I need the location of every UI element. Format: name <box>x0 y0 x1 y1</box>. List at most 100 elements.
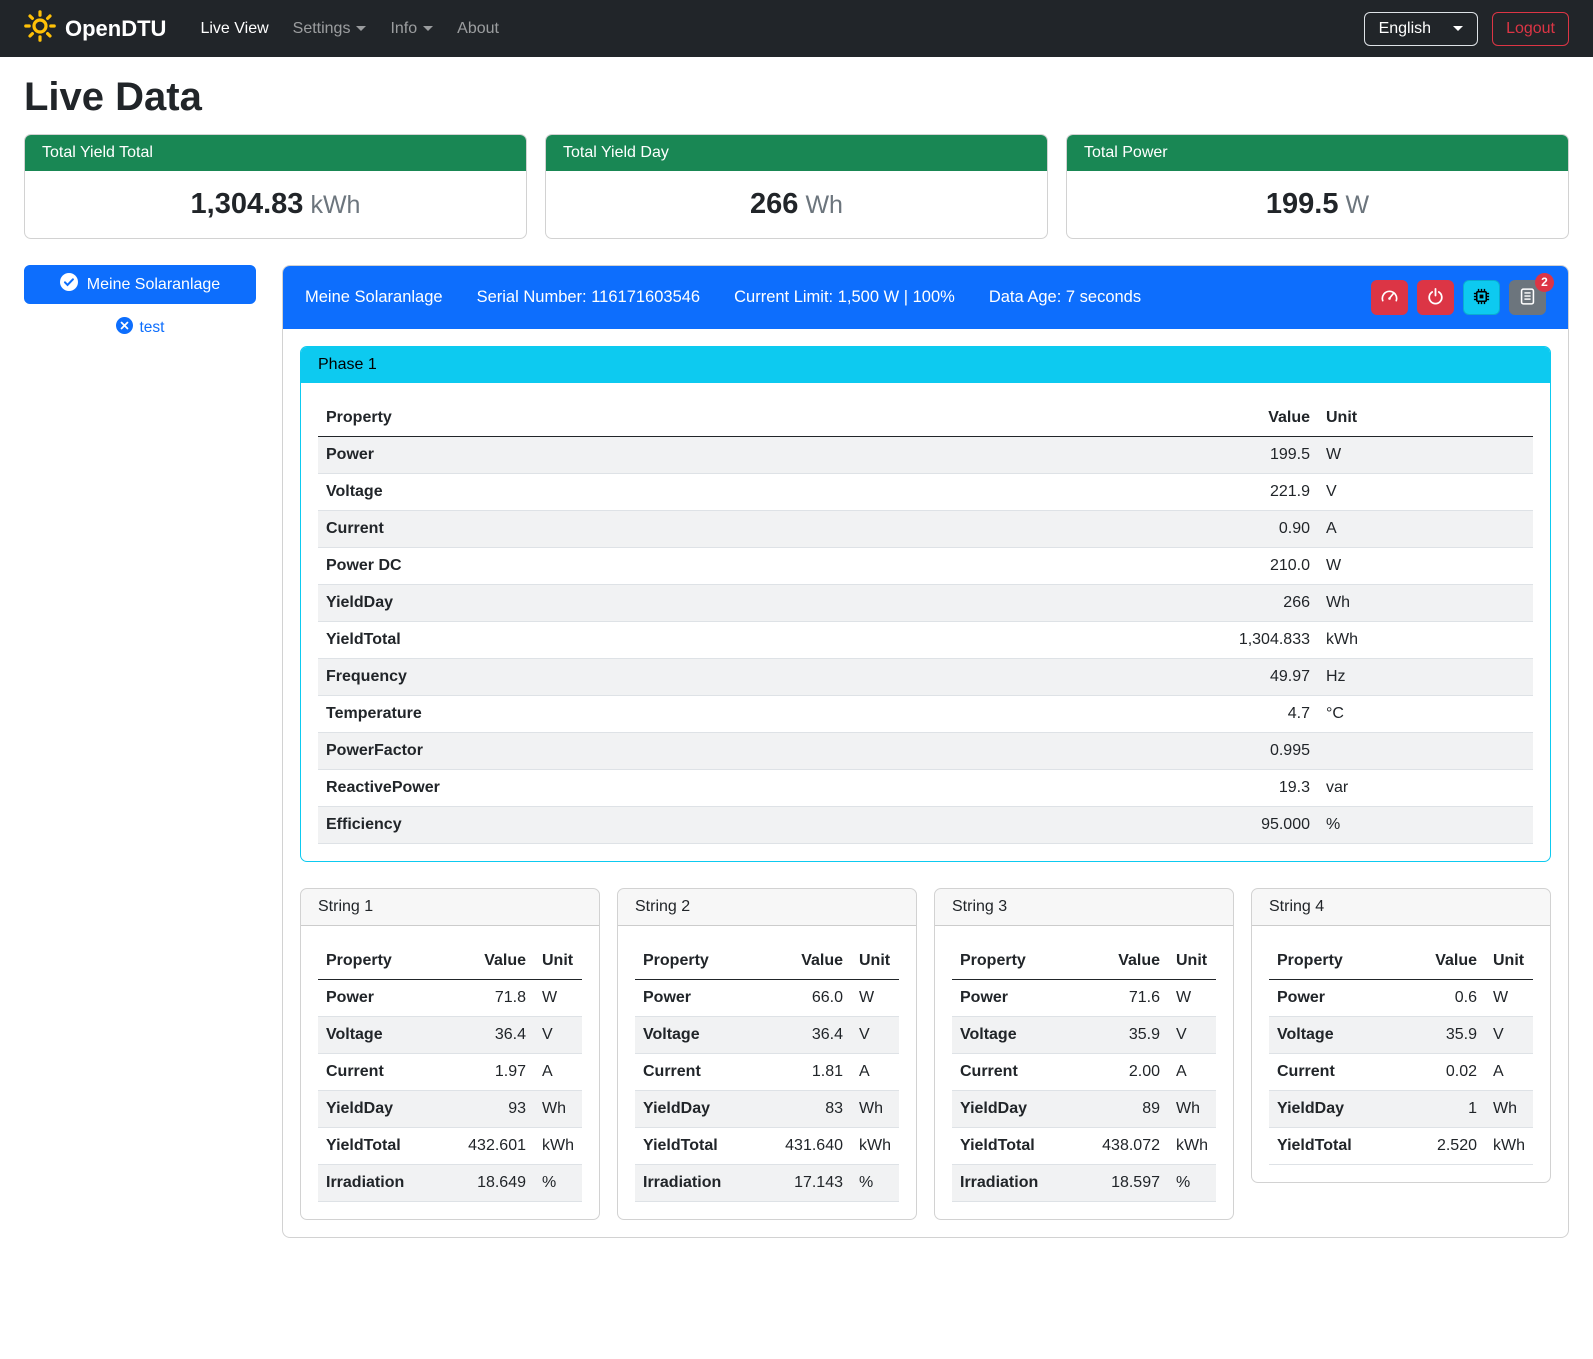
nav-about[interactable]: About <box>447 12 509 46</box>
inverter-sidebar: Meine Solaranlage test <box>24 265 256 339</box>
unit-cell: kWh <box>1485 1128 1533 1165</box>
column-header-property: Property <box>318 400 916 437</box>
table-header-row: Property Value Unit <box>318 400 1533 437</box>
value-cell: 36.4 <box>442 1017 534 1054</box>
unit-cell: Wh <box>534 1091 582 1128</box>
inverter-card-header: Meine Solaranlage Serial Number: 1161716… <box>283 266 1568 329</box>
card-value: 266 <box>750 188 798 220</box>
inverter-limit: Current Limit: 1,500 W | 100% <box>734 288 955 307</box>
value-cell: 431.640 <box>759 1128 851 1165</box>
table-row: Irradiation17.143% <box>635 1165 899 1202</box>
unit-cell: A <box>1318 511 1533 548</box>
string-card-body: Property Value Unit Power0.6WVoltage35.9… <box>1252 926 1550 1182</box>
unit-cell: W <box>1485 980 1533 1017</box>
phase-panel: Phase 1 Property Value Unit Power199.5WV… <box>300 346 1551 862</box>
value-cell: 0.90 <box>916 511 1318 548</box>
column-header-unit: Unit <box>1485 943 1533 980</box>
device-info-button[interactable] <box>1463 280 1500 315</box>
value-cell: 18.597 <box>1076 1165 1168 1202</box>
value-cell: 1,304.833 <box>916 622 1318 659</box>
phase-table: Property Value Unit Power199.5WVoltage22… <box>318 400 1533 844</box>
table-row: YieldTotal1,304.833kWh <box>318 622 1533 659</box>
strings-grid: String 1 Property Value Unit Power71.8WV… <box>300 888 1551 1220</box>
table-row: YieldTotal431.640kWh <box>635 1128 899 1165</box>
string-1-card: String 1 Property Value Unit Power71.8WV… <box>300 888 600 1220</box>
value-cell: 18.649 <box>442 1165 534 1202</box>
property-cell: Temperature <box>318 696 916 733</box>
event-log-button[interactable]: 2 <box>1509 280 1546 315</box>
check-circle-icon <box>60 273 78 296</box>
value-cell: 432.601 <box>442 1128 534 1165</box>
chevron-down-icon <box>423 26 433 36</box>
value-cell: 66.0 <box>759 980 851 1017</box>
column-header-unit: Unit <box>534 943 582 980</box>
sidebar-item-test[interactable]: test <box>24 317 256 339</box>
column-header-value: Value <box>1393 943 1485 980</box>
logout-button[interactable]: Logout <box>1492 12 1569 46</box>
string-card-title: String 3 <box>935 889 1233 926</box>
string-card-body: Property Value Unit Power71.6WVoltage35.… <box>935 926 1233 1219</box>
value-cell: 0.995 <box>916 733 1318 770</box>
sidebar-item-label: test <box>140 319 165 337</box>
property-cell: YieldDay <box>318 585 916 622</box>
table-row: YieldDay89Wh <box>952 1091 1216 1128</box>
property-cell: Irradiation <box>318 1165 442 1202</box>
property-cell: Power DC <box>318 548 916 585</box>
property-cell: Current <box>1269 1054 1393 1091</box>
language-select-value: English <box>1379 20 1431 38</box>
card-unit: W <box>1345 191 1369 219</box>
speedometer-icon <box>1380 287 1399 309</box>
table-header-row: Property Value Unit <box>635 943 899 980</box>
column-header-value: Value <box>1076 943 1168 980</box>
value-cell: 36.4 <box>759 1017 851 1054</box>
nav-settings[interactable]: Settings <box>283 12 377 46</box>
unit-cell: Wh <box>1168 1091 1216 1128</box>
unit-cell: Hz <box>1318 659 1533 696</box>
summary-cards-row: Total Yield Total 1,304.83kWh Total Yiel… <box>24 134 1569 239</box>
limit-settings-button[interactable] <box>1371 280 1408 315</box>
language-select[interactable]: English <box>1364 12 1478 46</box>
inverter-serial: Serial Number: 116171603546 <box>477 288 701 307</box>
unit-cell: % <box>851 1165 899 1202</box>
brand[interactable]: OpenDTU <box>24 10 166 48</box>
unit-cell: W <box>1318 437 1533 474</box>
table-row: Voltage36.4V <box>635 1017 899 1054</box>
value-cell: 1.81 <box>759 1054 851 1091</box>
sun-logo-icon <box>24 10 56 48</box>
journal-list-icon <box>1518 287 1537 309</box>
column-header-property: Property <box>635 943 759 980</box>
nav-info[interactable]: Info <box>380 12 443 46</box>
property-cell: Power <box>635 980 759 1017</box>
table-header-row: Property Value Unit <box>318 943 582 980</box>
sidebar-item-meine-solaranlage[interactable]: Meine Solaranlage <box>24 265 256 304</box>
nav-about-label: About <box>457 20 499 38</box>
unit-cell: A <box>1485 1054 1533 1091</box>
table-row: Power71.8W <box>318 980 582 1017</box>
column-header-property: Property <box>952 943 1076 980</box>
value-cell: 1 <box>1393 1091 1485 1128</box>
card-title: Total Power <box>1067 135 1568 171</box>
nav-live-view[interactable]: Live View <box>190 12 278 46</box>
table-row: Current0.90A <box>318 511 1533 548</box>
unit-cell: V <box>1485 1017 1533 1054</box>
column-header-value: Value <box>759 943 851 980</box>
table-row: YieldTotal438.072kWh <box>952 1128 1216 1165</box>
unit-cell: kWh <box>851 1128 899 1165</box>
string-1-table: Property Value Unit Power71.8WVoltage36.… <box>318 943 582 1202</box>
unit-cell: Wh <box>1318 585 1533 622</box>
power-button[interactable] <box>1417 280 1454 315</box>
string-3-card: String 3 Property Value Unit Power71.6WV… <box>934 888 1234 1220</box>
inverter-action-buttons: 2 <box>1371 280 1546 315</box>
table-row: Voltage35.9V <box>952 1017 1216 1054</box>
property-cell: YieldTotal <box>318 622 916 659</box>
value-cell: 0.02 <box>1393 1054 1485 1091</box>
sidebar-item-label: Meine Solaranlage <box>87 276 220 294</box>
table-row: YieldDay93Wh <box>318 1091 582 1128</box>
table-row: Power199.5W <box>318 437 1533 474</box>
power-icon <box>1426 287 1445 309</box>
string-card-body: Property Value Unit Power71.8WVoltage36.… <box>301 926 599 1219</box>
unit-cell: var <box>1318 770 1533 807</box>
column-header-unit: Unit <box>851 943 899 980</box>
value-cell: 4.7 <box>916 696 1318 733</box>
column-header-property: Property <box>318 943 442 980</box>
